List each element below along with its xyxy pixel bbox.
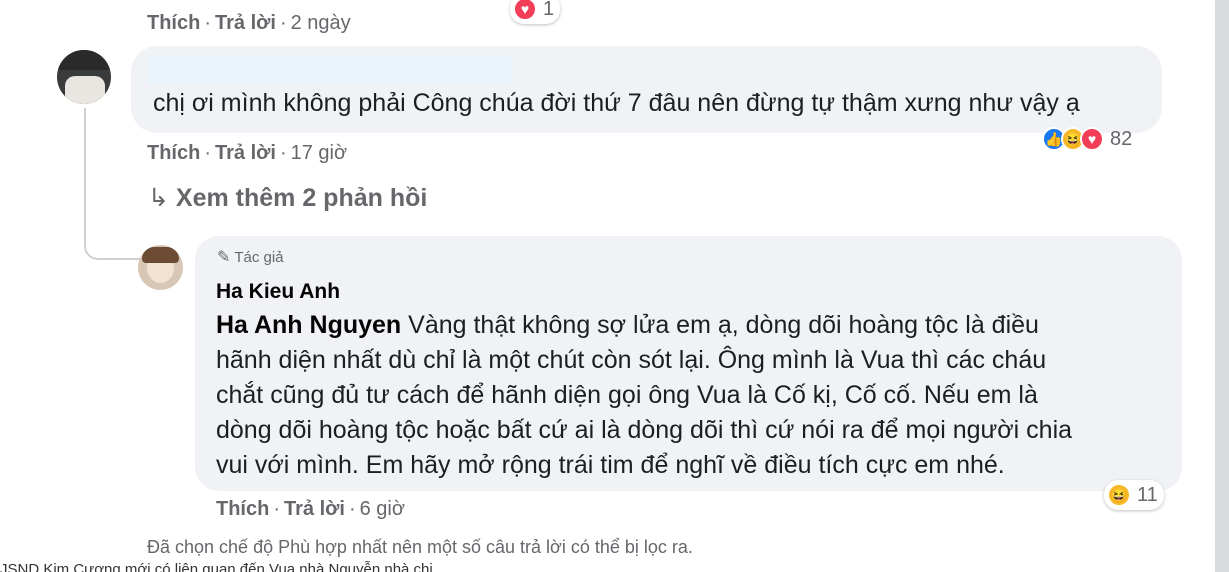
reaction-count: 82	[1110, 127, 1133, 150]
reply-reactions[interactable]: 😆 11	[1104, 480, 1164, 510]
avatar[interactable]	[57, 50, 111, 104]
avatar-shape	[65, 76, 105, 104]
reply-link[interactable]: Trả lời	[284, 498, 345, 520]
reply-line-text: Vàng thật không sợ lửa em ạ, dòng dõi ho…	[401, 311, 1039, 339]
reply-line: dòng dõi hoàng tộc hoặc bất cứ ai là dòn…	[216, 416, 1073, 444]
view-more-replies-link[interactable]: ↳ Xem thêm 2 phản hồi	[148, 183, 427, 213]
view-more-replies-label: Xem thêm 2 phản hồi	[175, 184, 428, 212]
reply-arrow-icon: ↳	[148, 184, 169, 212]
like-link[interactable]: Thích	[216, 498, 269, 520]
redacted-name-block	[148, 56, 513, 84]
avatar-hair	[142, 247, 179, 263]
top-comment-actions: Thích · Trả lời · 2 ngày	[147, 12, 351, 35]
heart-reaction-icon: ♥	[1080, 127, 1104, 151]
separator-dot: ·	[279, 12, 287, 34]
comment-text: chị ơi mình không phải Công chúa đời thứ…	[153, 89, 1080, 117]
comment-actions: Thích · Trả lời · 17 giờ	[147, 142, 347, 165]
like-link[interactable]: Thích	[147, 142, 200, 164]
separator-dot: ·	[204, 12, 212, 34]
heart-reaction-icon: ♥	[513, 0, 537, 21]
separator-dot: ·	[204, 142, 212, 164]
reply-actions: Thích · Trả lời · 6 giờ	[216, 498, 405, 521]
separator-dot: ·	[348, 498, 356, 520]
reply-link[interactable]: Trả lời	[215, 142, 276, 164]
author-avatar[interactable]	[138, 245, 183, 290]
author-name[interactable]: Ha Kieu Anh	[216, 280, 340, 304]
mention-link[interactable]: Ha Anh Nguyen	[216, 311, 401, 339]
reply-link[interactable]: Trả lời	[215, 12, 276, 34]
reply-line: chắt cũng đủ tư cách để hãnh diện gọi ôn…	[216, 381, 1038, 409]
caption-fragment: JSND Kim Cương mới có liên quan đến Vua …	[0, 561, 433, 572]
thread-connector	[84, 108, 141, 260]
reaction-count: 11	[1137, 483, 1158, 506]
frame-border-right	[1215, 0, 1229, 572]
avatar-hair	[57, 50, 111, 70]
filter-notice: Đã chọn chế độ Phù hợp nhất nên một số c…	[147, 537, 693, 557]
separator-dot: ·	[279, 142, 287, 164]
comment-bubble: chị ơi mình không phải Công chúa đời thứ…	[131, 46, 1162, 133]
reply-line: hãnh diện nhất dù chỉ là một chút còn só…	[216, 346, 1047, 374]
reply-text: Ha Anh Nguyen Vàng thật không sợ lửa em …	[216, 308, 1072, 483]
separator-dot: ·	[273, 498, 281, 520]
timestamp[interactable]: 17 giờ	[291, 142, 347, 164]
timestamp[interactable]: 2 ngày	[291, 12, 351, 34]
author-badge-label: Tác giả	[234, 249, 284, 266]
reaction-count: 1	[543, 0, 555, 20]
pencil-icon: ✎	[217, 249, 231, 266]
reply-line: vui với mình. Em hãy mở rộng trái tim để…	[216, 451, 1005, 479]
comment-reactions[interactable]: 👍 😆 ♥ 82	[1039, 124, 1138, 154]
reply-bubble: ✎ Tác giả Ha Kieu Anh Ha Anh Nguyen Vàng…	[195, 236, 1182, 491]
reply-line: Ha Anh Nguyen Vàng thật không sợ lửa em …	[216, 308, 1072, 343]
timestamp[interactable]: 6 giờ	[360, 498, 405, 520]
author-badge: ✎ Tác giả	[217, 247, 284, 267]
like-link[interactable]: Thích	[147, 12, 200, 34]
haha-reaction-icon: 😆	[1107, 483, 1131, 507]
top-comment-reactions[interactable]: ♥ 1	[510, 0, 561, 24]
